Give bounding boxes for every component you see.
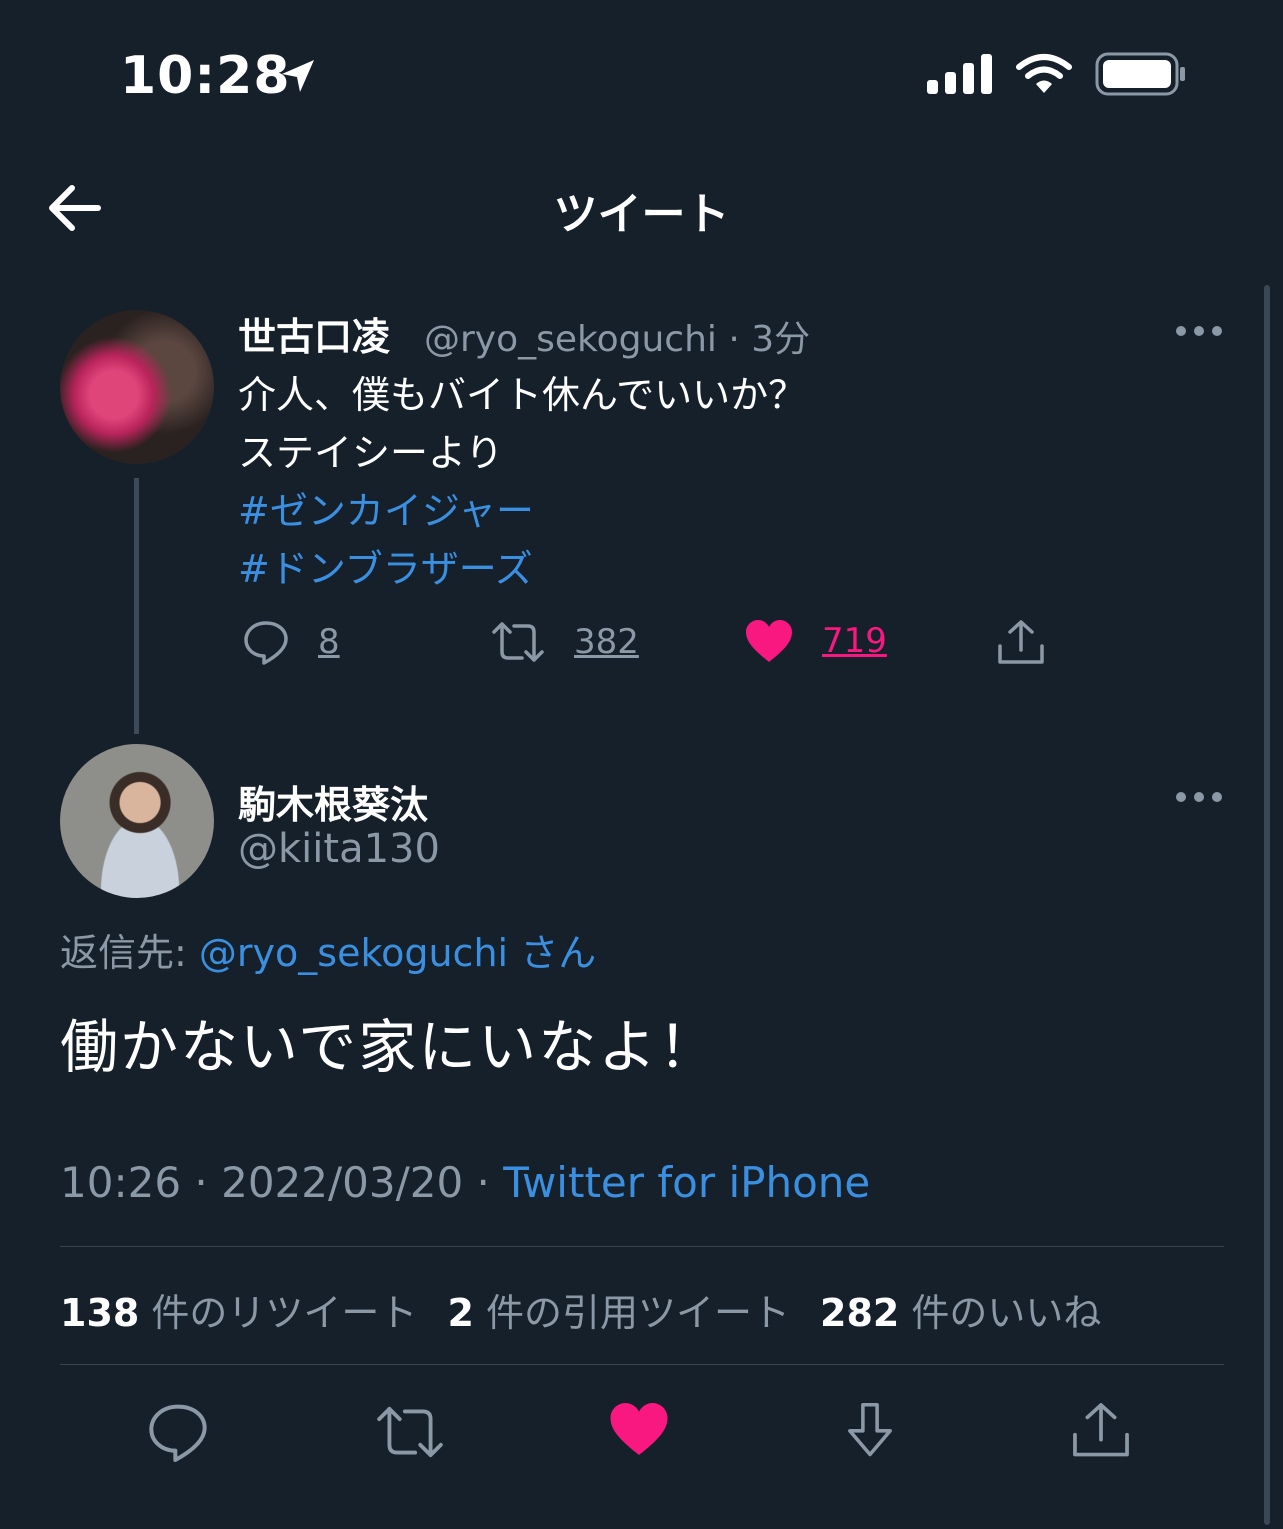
replying-to: 返信先: @ryo_sekoguchi さん bbox=[60, 922, 596, 977]
signal-bars-icon bbox=[927, 54, 992, 94]
avatar-kiita130[interactable] bbox=[60, 744, 214, 898]
heart-filled-icon bbox=[610, 1402, 668, 1456]
like-button[interactable] bbox=[608, 1400, 672, 1464]
likes-stat-label[interactable]: 件のいいね bbox=[911, 1291, 1101, 1335]
battery-icon bbox=[1095, 52, 1185, 96]
more-dot-icon bbox=[1212, 326, 1222, 336]
tweet-date: 2022/03/20 bbox=[221, 1158, 464, 1207]
main-tweet-author-name[interactable]: 駒木根葵汰 bbox=[238, 774, 428, 829]
share-button[interactable] bbox=[1070, 1400, 1134, 1464]
tweet-stats: 138 件のリツイート 2 件の引用ツイート 282 件のいいね bbox=[60, 1282, 1101, 1337]
likes-stat-count[interactable]: 282 bbox=[820, 1291, 899, 1335]
tweet-time: 10:26 bbox=[60, 1158, 182, 1207]
tweet-meta: 10:26 · 2022/03/20 · Twitter for iPhone bbox=[60, 1158, 870, 1207]
hashtag-link[interactable]: #ドンブラザーズ bbox=[238, 540, 806, 598]
parent-tweet-time: 3分 bbox=[751, 319, 811, 360]
download-arrow-icon bbox=[848, 1402, 892, 1457]
retweets-stat-count[interactable]: 138 bbox=[60, 1291, 139, 1335]
parent-retweet-button[interactable]: 382 bbox=[490, 618, 639, 666]
status-time: 10:28 bbox=[120, 46, 291, 106]
scrollbar[interactable] bbox=[1264, 285, 1270, 1525]
retweet-button[interactable] bbox=[374, 1400, 443, 1464]
hashtag-link[interactable]: #ゼンカイジャー bbox=[238, 482, 806, 540]
likes-stat[interactable]: 282 件のいいね bbox=[820, 1282, 1101, 1337]
reply-count[interactable]: 8 bbox=[318, 622, 340, 662]
retweets-stat[interactable]: 138 件のリツイート bbox=[60, 1282, 417, 1337]
parent-tweet-handle[interactable]: @ryo_sekoguchi bbox=[424, 319, 717, 360]
replying-to-label: 返信先: bbox=[60, 931, 187, 975]
location-arrow-icon bbox=[278, 56, 318, 100]
separator-dot: · bbox=[194, 1158, 222, 1207]
share-icon bbox=[998, 620, 1044, 664]
divider bbox=[60, 1246, 1224, 1247]
parent-like-button[interactable]: 719 bbox=[744, 618, 887, 664]
thread-connector-line bbox=[134, 478, 139, 734]
reply-mention-handle[interactable]: @ryo_sekoguchi bbox=[199, 931, 508, 975]
parent-tweet-author-name[interactable]: 世古口凌 bbox=[238, 306, 390, 361]
tweet-text-line: 介人、僕もバイト休んでいいか？ bbox=[238, 373, 807, 417]
divider bbox=[60, 1364, 1224, 1365]
reply-mention-suffix[interactable]: さん bbox=[520, 931, 596, 975]
parent-tweet-handle-time: @ryo_sekoguchi · 3分 bbox=[424, 310, 810, 362]
quotes-stat[interactable]: 2 件の引用ツイート bbox=[447, 1282, 790, 1337]
share-icon bbox=[1073, 1403, 1129, 1457]
more-dot-icon bbox=[1194, 326, 1204, 336]
reply-bubble-icon bbox=[244, 621, 288, 665]
reply-bubble-icon bbox=[149, 1404, 207, 1462]
separator-dot: · bbox=[728, 319, 752, 360]
reply-mention-link[interactable]: @ryo_sekoguchi さん bbox=[199, 931, 596, 975]
quotes-stat-count[interactable]: 2 bbox=[447, 1291, 473, 1335]
separator-dot: · bbox=[476, 1158, 504, 1207]
parent-tweet-text: 介人、僕もバイト休んでいいか？ ステイシーより #ゼンカイジャー #ドンブラザー… bbox=[238, 366, 806, 598]
main-tweet-handle[interactable]: @kiita130 bbox=[238, 826, 440, 872]
bookmark-download-button[interactable] bbox=[840, 1400, 904, 1464]
retweet-count[interactable]: 382 bbox=[574, 622, 639, 662]
main-tweet-text: 働かないで家にいなよ！ bbox=[60, 1013, 719, 1081]
retweets-stat-label[interactable]: 件のリツイート bbox=[151, 1291, 417, 1335]
more-dot-icon bbox=[1176, 326, 1186, 336]
main-tweet-more-button[interactable] bbox=[1176, 792, 1222, 802]
parent-share-button[interactable] bbox=[996, 618, 1046, 668]
status-icons bbox=[927, 52, 1187, 96]
reply-button[interactable] bbox=[146, 1400, 210, 1464]
retweet-icon bbox=[377, 1406, 443, 1458]
more-dot-icon bbox=[1194, 792, 1204, 802]
retweet-icon bbox=[492, 622, 544, 662]
heart-filled-icon bbox=[746, 620, 792, 662]
parent-tweet-more-button[interactable] bbox=[1176, 326, 1222, 336]
wifi-icon bbox=[1016, 54, 1072, 93]
tweet-source-link[interactable]: Twitter for iPhone bbox=[503, 1158, 870, 1207]
like-count[interactable]: 719 bbox=[822, 621, 887, 661]
tweet-text-line: ステイシーより bbox=[238, 431, 504, 475]
parent-reply-button[interactable]: 8 bbox=[242, 618, 340, 666]
page-title: ツイート bbox=[553, 189, 730, 240]
more-dot-icon bbox=[1176, 792, 1186, 802]
avatar-ryo-sekoguchi[interactable] bbox=[60, 310, 214, 464]
quotes-stat-label[interactable]: 件の引用ツイート bbox=[486, 1291, 790, 1335]
more-dot-icon bbox=[1212, 792, 1222, 802]
